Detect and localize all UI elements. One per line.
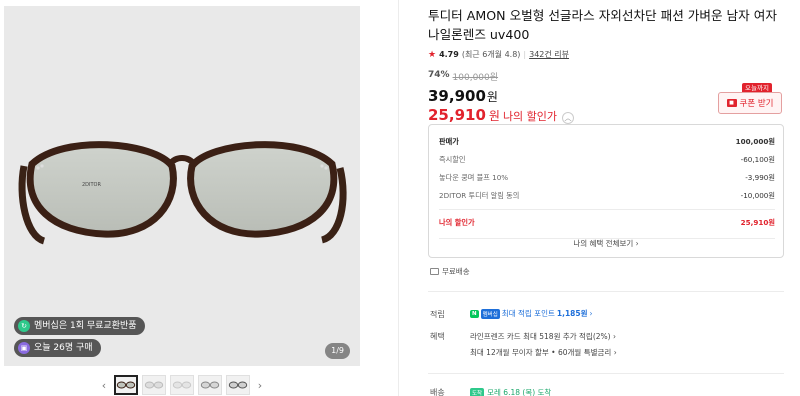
naver-pay-icon: N xyxy=(470,309,479,318)
breakdown-value: -60,100원 xyxy=(740,155,775,164)
thumbnail-5[interactable] xyxy=(226,375,250,395)
breakdown-value: -3,990원 xyxy=(745,173,775,182)
points-amount: 1,185원 xyxy=(556,309,588,318)
discount-percent: 74% xyxy=(428,70,450,80)
star-icon: ★ xyxy=(428,49,437,60)
glasses-thumbnail-icon xyxy=(116,381,136,389)
sale-price-unit: 원 xyxy=(486,90,498,104)
glasses-thumbnail-icon xyxy=(200,381,220,389)
view-all-benefits-link[interactable]: 나의 혜택 전체보기 › xyxy=(429,238,783,249)
membership-return-chip: ↻ 멤버십은 1회 무료교환반품 xyxy=(14,317,145,335)
delivery-info[interactable]: 도착 모레 6.18 (목) 도착 xyxy=(470,387,551,396)
chevron-up-icon[interactable]: ︿ xyxy=(562,112,575,124)
delivery-label: 배송 xyxy=(430,388,445,396)
image-counter: 1/9 xyxy=(325,343,350,359)
bag-icon: ▣ xyxy=(18,342,30,354)
thumbnail-next-arrow[interactable]: › xyxy=(254,377,266,393)
delivery-date: 모레 6.18 (목) 도착 xyxy=(487,388,552,396)
today-purchases-text: 오늘 26명 구매 xyxy=(34,343,93,353)
my-discount-price-unit: 원 xyxy=(488,109,500,123)
breakdown-my-price-value: 25,910원 xyxy=(740,218,775,227)
original-price: 100,000원 xyxy=(452,73,499,83)
points-link[interactable]: N 멤버십 최대 적립 포인트 1,185원 › xyxy=(470,308,593,319)
rating-row: ★ 4.79 (최근 6개월 4.8) | 342건 리뷰 xyxy=(428,49,788,60)
thumbnail-strip: ‹ › xyxy=(98,374,266,396)
breakdown-my-price-label: 나의 할인가 xyxy=(439,218,475,227)
free-shipping: 무료배송 xyxy=(430,266,470,277)
membership-return-text: 멤버십은 1회 무료교환반품 xyxy=(34,321,137,331)
sale-price: 39,900 xyxy=(428,87,486,105)
rating-score: 4.79 xyxy=(439,50,459,59)
points-label: 적립 xyxy=(430,310,445,319)
glasses-thumbnail-icon xyxy=(228,381,248,389)
thumbnail-1[interactable] xyxy=(114,375,138,395)
glasses-thumbnail-icon xyxy=(144,381,164,389)
truck-icon xyxy=(430,268,439,275)
section-divider xyxy=(428,373,784,374)
card-benefit-link[interactable]: 라인프렌즈 카드 최대 518원 추가 적립(2%) › xyxy=(470,331,616,342)
review-count-link[interactable]: 342건 리뷰 xyxy=(529,49,569,60)
breakdown-row: 놓다운 쿵며 블프 10% -3,990원 xyxy=(439,169,775,187)
lens-brand-text: 2DITOR xyxy=(82,182,101,188)
thumbnail-4[interactable] xyxy=(198,375,222,395)
breakdown-label: 놓다운 쿵며 블프 10% xyxy=(439,173,509,182)
breakdown-label: 즉시할인 xyxy=(439,155,466,164)
breakdown-my-price-row: 나의 할인가 25,910원 xyxy=(439,214,775,232)
column-divider xyxy=(398,0,399,396)
chevron-right-icon: › xyxy=(589,309,593,318)
installment-benefit-link[interactable]: 최대 12개월 무이자 할부 • 60개월 특별금리 › xyxy=(470,347,617,358)
thumbnail-prev-arrow[interactable]: ‹ xyxy=(98,377,110,393)
membership-badge: 멤버십 xyxy=(480,308,500,319)
my-discount-price: 25,910 xyxy=(428,106,486,124)
breakdown-label: 2DITOR 투디터 알림 동의 xyxy=(439,191,520,200)
price-breakdown-box: 판매가 100,000원 즉시할인 -60,100원 놓다운 쿵며 블프 10%… xyxy=(428,124,784,258)
coupon-button-label: 쿠폰 받기 xyxy=(739,99,774,109)
my-discount-label: 나의 할인가 xyxy=(502,110,558,123)
product-title: 투디터 AMON 오벌형 선글라스 자외선차단 패션 가벼운 남자 여자 나일론… xyxy=(428,8,777,42)
coupon-icon: ■ xyxy=(726,99,737,107)
rating-recent: (최근 6개월 4.8) xyxy=(461,50,521,59)
section-divider xyxy=(428,291,784,292)
breakdown-divider xyxy=(439,209,775,210)
breakdown-row: 2DITOR 투디터 알림 동의 -10,000원 xyxy=(439,187,775,205)
breakdown-label: 판매가 xyxy=(439,137,459,146)
breakdown-value: 100,000원 xyxy=(735,137,775,146)
delivery-badge: 도착 xyxy=(470,387,485,396)
rating-separator: | xyxy=(523,50,527,59)
thumbnail-2[interactable] xyxy=(142,375,166,395)
coupon-button[interactable]: ■ 쿠폰 받기 xyxy=(718,92,782,114)
breakdown-row: 즉시할인 -60,100원 xyxy=(439,151,775,169)
points-text: 최대 적립 포인트 xyxy=(501,309,555,318)
discount-row: 74% 100,000원 xyxy=(428,70,788,83)
thumbnail-3[interactable] xyxy=(170,375,194,395)
free-shipping-text: 무료배송 xyxy=(442,267,470,276)
breakdown-value: -10,000원 xyxy=(740,191,775,200)
benefit-label: 혜택 xyxy=(430,332,445,341)
breakdown-row: 판매가 100,000원 xyxy=(439,133,775,151)
today-purchases-chip: ▣ 오늘 26명 구매 xyxy=(14,339,101,357)
product-image-gallery[interactable]: 2DITOR ↻ 멤버십은 1회 무료교환반품 ▣ 오늘 26명 구매 1/9 xyxy=(4,6,360,366)
refresh-icon: ↻ xyxy=(18,320,30,332)
glasses-product-image: 2DITOR xyxy=(18,141,347,245)
glasses-thumbnail-icon xyxy=(172,381,192,389)
